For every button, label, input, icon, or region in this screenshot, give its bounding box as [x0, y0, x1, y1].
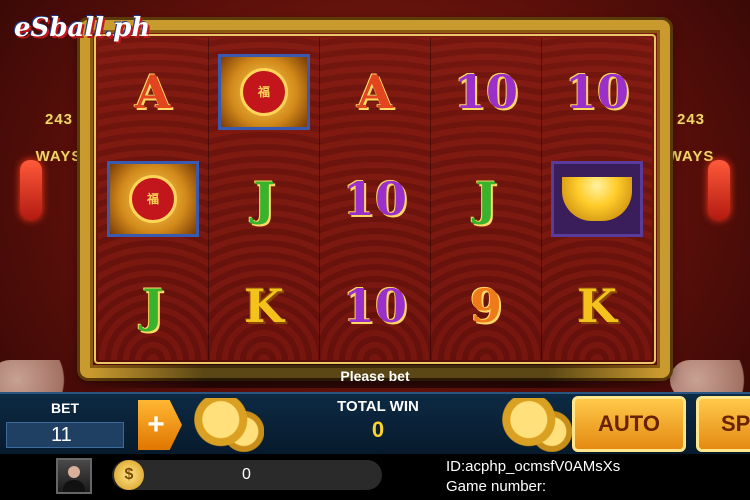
symbol-9: 9: [469, 279, 502, 334]
reel-cell: 9: [431, 253, 541, 360]
reel-cell: [542, 145, 652, 252]
symbol-K: K: [577, 279, 617, 334]
reel-1: A 福 J: [98, 38, 209, 360]
reel-5: 10 K: [542, 38, 652, 360]
symbol-J: J: [142, 279, 164, 334]
spin-button[interactable]: SP: [696, 396, 750, 452]
reel-cell: A: [98, 38, 208, 145]
reel-3: A 10 10: [320, 38, 431, 360]
symbol-10: 10: [453, 64, 518, 119]
bet-box: BET 11: [6, 400, 124, 450]
reel-cell: 10: [320, 253, 430, 360]
lantern-icon: [20, 160, 42, 220]
status-message: Please bet: [340, 368, 410, 384]
coin-icon: $: [114, 460, 144, 490]
gold-cloud-icon: [192, 398, 264, 452]
reel-cell: K: [542, 253, 652, 360]
increase-bet-button[interactable]: +: [138, 400, 182, 450]
symbol-10: 10: [564, 64, 629, 119]
auto-button[interactable]: AUTO: [572, 396, 686, 452]
symbol-10: 10: [342, 279, 407, 334]
fu-seal-icon: 福: [129, 174, 177, 223]
balance-value: 0: [242, 466, 251, 483]
reels-grid: A 福 J 福 J K A 10 10 10 J 9 10 K: [98, 38, 652, 360]
reel-cell: K: [209, 253, 319, 360]
reel-cell: J: [209, 145, 319, 252]
symbol-10: 10: [342, 171, 407, 226]
player-id: ID:acphp_ocmsfV0AMsXs: [446, 458, 621, 475]
reel-cell: 10: [320, 145, 430, 252]
reel-cell: 福: [209, 38, 319, 145]
total-win-value: 0: [371, 417, 385, 442]
total-win-label: TOTAL WIN: [337, 398, 419, 415]
gold-ingot-icon: [562, 176, 632, 221]
fu-coin-symbol: 福: [107, 160, 199, 237]
symbol-J: J: [475, 171, 497, 226]
balance-display: $ 0: [112, 460, 382, 490]
reel-cell: J: [431, 145, 541, 252]
avatar-head: [68, 466, 80, 478]
gold-cloud-icon: [500, 398, 572, 452]
avatar[interactable]: [56, 458, 92, 494]
reel-cell: 10: [542, 38, 652, 145]
avatar-body: [63, 480, 85, 492]
reel-cell: J: [98, 253, 208, 360]
gold-ingot-symbol: [551, 160, 643, 237]
fu-coin-symbol: 福: [218, 53, 310, 130]
control-bar: BET 11 + TOTAL WIN 0 AUTO SP: [0, 392, 750, 454]
player-info-bar: $ 0 ID:acphp_ocmsfV0AMsXs Game number:: [0, 454, 750, 500]
symbol-A: A: [357, 64, 393, 119]
fu-seal-icon: 福: [240, 67, 288, 116]
reel-4: 10 J 9: [431, 38, 542, 360]
lantern-icon: [708, 160, 730, 220]
total-win-box: TOTAL WIN 0: [290, 398, 466, 443]
brand-logo: eSball.ph: [14, 13, 151, 43]
reel-2: 福 JK: [209, 38, 320, 360]
reel-frame: A 福 J 福 J K A 10 10 10 J 9 10 K: [80, 20, 670, 378]
bet-value[interactable]: 11: [6, 422, 124, 448]
reel-cell: 10: [431, 38, 541, 145]
reel-cell: A: [320, 38, 430, 145]
game-stage: 243 WAYS 243 WAYS eSball.ph A 福 J 福 J K A 10 10 10 J…: [0, 0, 750, 500]
symbol-K: K: [244, 279, 284, 334]
bet-label: BET: [51, 400, 79, 416]
game-number-label: Game number:: [446, 478, 547, 495]
symbol-J: J: [253, 171, 275, 226]
reel-cell: 福: [98, 145, 208, 252]
symbol-A: A: [135, 64, 171, 119]
